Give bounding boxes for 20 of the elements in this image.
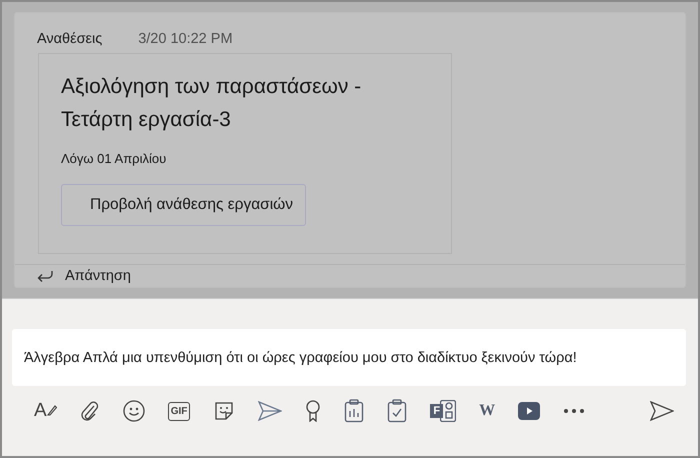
due-date: Λόγω 01 Απριλίου bbox=[61, 151, 168, 166]
reply-arrow-icon bbox=[37, 270, 53, 282]
video-play-icon[interactable] bbox=[518, 402, 540, 420]
sender-name: Αναθέσεις bbox=[37, 31, 102, 47]
reply-link[interactable]: Απάντηση bbox=[65, 268, 131, 284]
emoji-icon[interactable] bbox=[122, 400, 145, 422]
message-input-field[interactable]: Άλγεβρα Απλά μια υπενθύμιση ότι οι ώρες γραφείου μου στο διαδίκτυο ξεκινούν τώρα! bbox=[12, 329, 686, 386]
timestamp: 3/20 10:22 PM bbox=[138, 31, 233, 47]
assignment-title: Αξιολόγηση των παραστάσεων - Τετάρτη εργασία-3 bbox=[61, 74, 362, 133]
paper-plane-icon[interactable] bbox=[258, 401, 282, 421]
view-assignment-button[interactable]: Προβολή ανάθεσης εργασιών bbox=[61, 184, 306, 226]
gif-icon[interactable]: GIF bbox=[168, 402, 190, 420]
more-icon[interactable] bbox=[563, 408, 586, 414]
paperclip-icon[interactable] bbox=[80, 400, 100, 422]
clipboard-chart-icon[interactable] bbox=[344, 399, 364, 423]
send-icon[interactable] bbox=[650, 401, 674, 421]
sticker-icon[interactable] bbox=[213, 400, 236, 422]
clipboard-check-icon[interactable] bbox=[387, 399, 408, 423]
ribbon-icon[interactable] bbox=[305, 400, 322, 422]
wiki-icon[interactable]: W bbox=[479, 402, 496, 420]
